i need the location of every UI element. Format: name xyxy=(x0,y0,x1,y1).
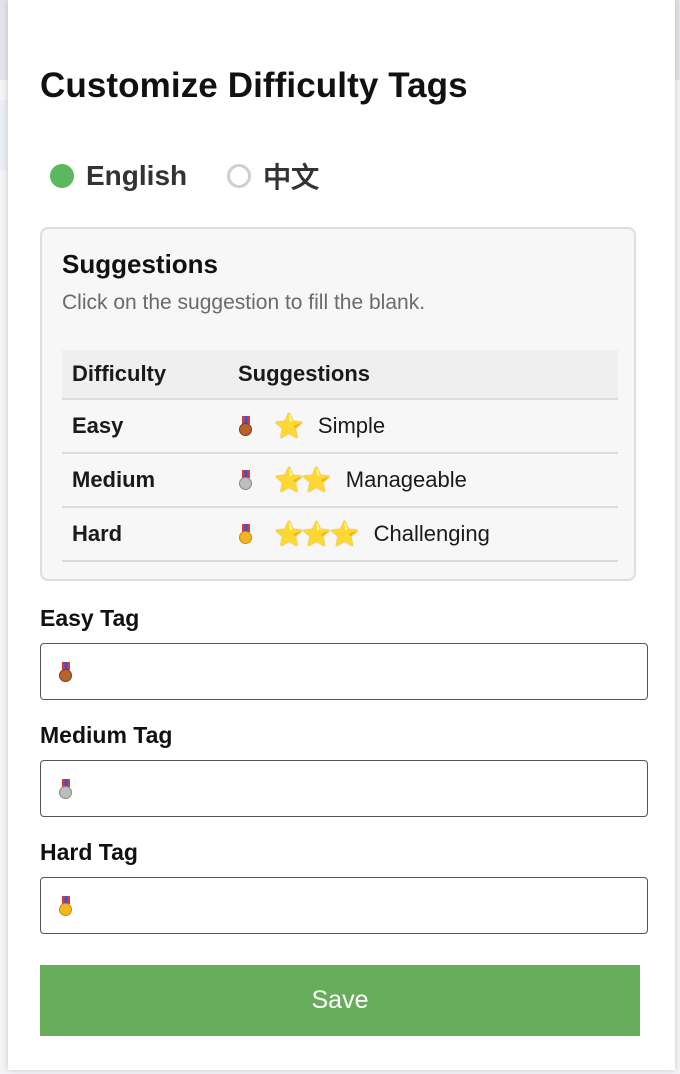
star-icon: ⭐⭐ xyxy=(274,466,332,494)
suggestion-cell: ⭐⭐ Manageable xyxy=(228,453,618,508)
table-row: Medium ⭐⭐ Manageable xyxy=(62,453,618,508)
radio-selected-icon[interactable] xyxy=(50,164,74,188)
column-header-suggestions: Suggestions xyxy=(228,350,618,400)
difficulty-cell: Hard xyxy=(62,507,228,562)
third-place-medal-icon xyxy=(58,661,74,682)
language-option-chinese[interactable]: 中文 xyxy=(227,156,319,196)
easy-tag-input[interactable] xyxy=(40,643,648,700)
suggestions-table: Difficulty Suggestions Easy ⭐ Simple Med… xyxy=(62,350,618,562)
suggestion-text: Manageable xyxy=(345,467,467,492)
table-header-row: Difficulty Suggestions xyxy=(62,350,618,400)
second-place-medal-icon xyxy=(238,470,254,490)
save-button[interactable]: Save xyxy=(40,965,640,1036)
hard-tag-input[interactable] xyxy=(40,877,648,934)
third-place-medal-icon xyxy=(238,416,254,436)
star-icon: ⭐⭐⭐ xyxy=(274,520,360,548)
medium-tag-label: Medium Tag xyxy=(40,722,173,748)
suggestion-hard[interactable]: ⭐⭐⭐ Challenging xyxy=(238,508,608,560)
difficulty-cell: Easy xyxy=(62,399,228,454)
table-row: Hard ⭐⭐⭐ Challenging xyxy=(62,507,618,562)
difficulty-cell: Medium xyxy=(62,453,228,508)
suggestions-subtitle: Click on the suggestion to fill the blan… xyxy=(62,291,426,314)
radio-unselected-icon[interactable] xyxy=(227,164,252,188)
background-strip xyxy=(0,100,8,170)
suggestions-panel: Suggestions Click on the suggestion to f… xyxy=(40,227,636,581)
second-place-medal-icon xyxy=(58,778,74,799)
hard-tag-label: Hard Tag xyxy=(40,839,138,865)
language-selector: English 中文 xyxy=(50,156,359,196)
star-icon: ⭐ xyxy=(274,412,304,440)
suggestion-text: Simple xyxy=(317,413,386,438)
first-place-medal-icon xyxy=(238,524,254,544)
table-row: Easy ⭐ Simple xyxy=(62,399,618,454)
suggestion-medium[interactable]: ⭐⭐ Manageable xyxy=(238,454,608,506)
background-strip xyxy=(0,0,8,80)
language-label: English xyxy=(86,160,188,191)
suggestion-cell: ⭐⭐⭐ Challenging xyxy=(228,507,618,562)
dialog-title: Customize Difficulty Tags xyxy=(40,66,468,105)
language-option-english[interactable]: English xyxy=(50,160,187,192)
language-label: 中文 xyxy=(263,162,320,193)
medium-tag-input[interactable] xyxy=(40,760,648,817)
customize-tags-dialog: Customize Difficulty Tags English 中文 Sug… xyxy=(8,0,675,1070)
suggestions-title: Suggestions xyxy=(62,249,219,279)
suggestion-text: Challenging xyxy=(373,521,490,546)
column-header-difficulty: Difficulty xyxy=(62,350,228,400)
easy-tag-label: Easy Tag xyxy=(40,605,140,631)
first-place-medal-icon xyxy=(58,895,74,916)
suggestion-easy[interactable]: ⭐ Simple xyxy=(238,400,608,452)
suggestion-cell: ⭐ Simple xyxy=(228,399,618,454)
